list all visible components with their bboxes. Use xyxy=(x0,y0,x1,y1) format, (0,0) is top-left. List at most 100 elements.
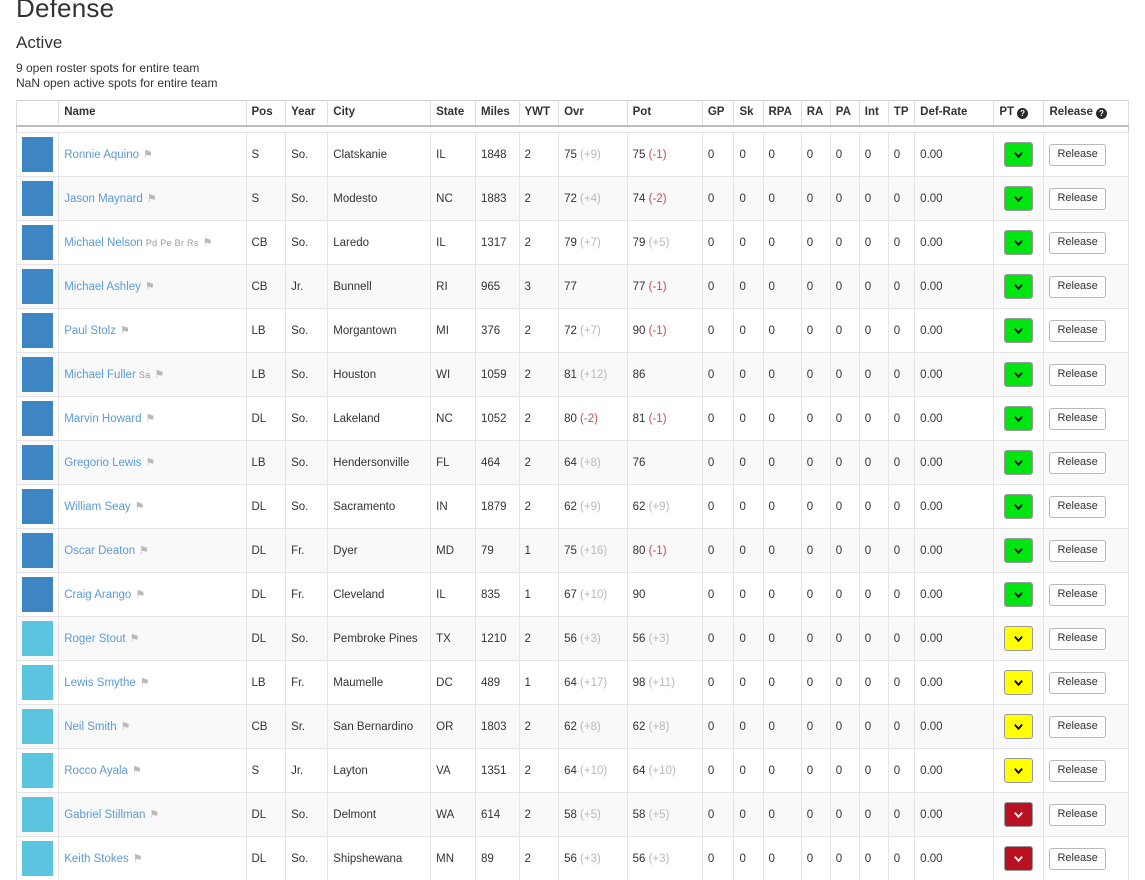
playing-time-select[interactable] xyxy=(1004,802,1034,828)
col-tp[interactable]: TP xyxy=(887,100,916,127)
player-name-link[interactable]: William Seay xyxy=(64,501,130,513)
release-button[interactable]: Release xyxy=(1049,540,1106,562)
player-name-link[interactable]: Paul Stolz xyxy=(64,325,116,337)
playing-time-select[interactable] xyxy=(1004,714,1034,740)
col-ra[interactable]: RA xyxy=(800,100,831,127)
flag-icon[interactable]: ⚑ xyxy=(146,456,156,469)
flag-icon[interactable]: ⚑ xyxy=(135,588,145,601)
playing-time-select[interactable] xyxy=(1004,142,1034,168)
release-button[interactable]: Release xyxy=(1049,452,1106,474)
player-name-link[interactable]: Keith Stokes xyxy=(64,853,129,865)
release-button[interactable]: Release xyxy=(1049,144,1106,166)
player-name-link[interactable]: Jason Maynard xyxy=(64,193,143,205)
player-name-link[interactable]: Gregorio Lewis xyxy=(64,457,141,469)
playing-time-select[interactable] xyxy=(1004,318,1034,344)
flag-icon[interactable]: ⚑ xyxy=(146,412,156,425)
col-pa[interactable]: PA xyxy=(829,100,860,127)
playing-time-select[interactable] xyxy=(1004,626,1034,652)
playing-time-select[interactable] xyxy=(1004,450,1034,476)
col-ywt[interactable]: YWT xyxy=(518,100,560,127)
release-button[interactable]: Release xyxy=(1049,848,1106,870)
player-name-link[interactable]: Rocco Ayala xyxy=(64,765,128,777)
flag-icon[interactable]: ⚑ xyxy=(120,324,130,337)
release-button[interactable]: Release xyxy=(1049,628,1106,650)
player-name-link[interactable]: Michael Fuller xyxy=(64,369,136,381)
player-name-link[interactable]: Roger Stout xyxy=(64,633,125,645)
flag-icon[interactable]: ⚑ xyxy=(132,764,142,777)
col-ovr[interactable]: Ovr xyxy=(558,100,628,127)
release-button[interactable]: Release xyxy=(1049,276,1106,298)
flag-icon[interactable]: ⚑ xyxy=(149,808,159,821)
release-button[interactable]: Release xyxy=(1049,672,1106,694)
flag-icon[interactable]: ⚑ xyxy=(145,280,155,293)
release-button[interactable]: Release xyxy=(1049,584,1106,606)
player-rpa: 0 xyxy=(762,572,802,618)
flag-icon[interactable]: ⚑ xyxy=(139,544,149,557)
release-button[interactable]: Release xyxy=(1049,364,1106,386)
player-int: 0 xyxy=(858,132,889,178)
player-name-link[interactable]: Lewis Smythe xyxy=(64,677,136,689)
player-def-rate: 0.00 xyxy=(914,704,995,750)
player-ovr-delta: (+16) xyxy=(576,544,608,557)
col-pot[interactable]: Pot xyxy=(626,100,703,127)
col-int[interactable]: Int xyxy=(858,100,889,127)
player-name-cell: Jason Maynard ⚑ xyxy=(58,176,247,222)
col-def-rate[interactable]: Def-Rate xyxy=(914,100,995,127)
col-city[interactable]: City xyxy=(327,100,432,127)
player-name-link[interactable]: Neil Smith xyxy=(64,721,116,733)
player-name-link[interactable]: Michael Ashley xyxy=(64,281,141,293)
col-name[interactable]: Name xyxy=(58,100,247,127)
player-name-link[interactable]: Michael Nelson xyxy=(64,237,143,249)
player-name-link[interactable]: Oscar Deaton xyxy=(64,545,135,557)
col-year[interactable]: Year xyxy=(285,100,329,127)
playing-time-select[interactable] xyxy=(1004,406,1034,432)
release-button[interactable]: Release xyxy=(1049,804,1106,826)
flag-icon[interactable]: ⚑ xyxy=(143,148,153,161)
player-pot-delta: (+9) xyxy=(645,500,670,513)
playing-time-select[interactable] xyxy=(1004,846,1034,872)
playing-time-select[interactable] xyxy=(1004,230,1034,256)
col-pos[interactable]: Pos xyxy=(245,100,287,127)
release-button[interactable]: Release xyxy=(1049,496,1106,518)
col-rpa[interactable]: RPA xyxy=(762,100,802,127)
release-button[interactable]: Release xyxy=(1049,408,1106,430)
col-sk[interactable]: Sk xyxy=(733,100,764,127)
release-help-icon[interactable]: ? xyxy=(1095,107,1107,119)
player-ywt: 3 xyxy=(518,264,560,310)
row-status-swatch xyxy=(15,264,60,310)
playing-time-select[interactable] xyxy=(1004,538,1034,564)
player-name-link[interactable]: Gabriel Stillman xyxy=(64,809,145,821)
player-int: 0 xyxy=(858,396,889,442)
playing-time-select[interactable] xyxy=(1004,670,1034,696)
playing-time-select[interactable] xyxy=(1004,494,1034,520)
flag-icon[interactable]: ⚑ xyxy=(121,720,131,733)
col-gp[interactable]: GP xyxy=(701,100,735,127)
release-button[interactable]: Release xyxy=(1049,716,1106,738)
col-release[interactable]: Release? xyxy=(1043,100,1129,127)
flag-icon[interactable]: ⚑ xyxy=(147,192,157,205)
player-rpa: 0 xyxy=(762,308,802,354)
col-miles[interactable]: Miles xyxy=(474,100,520,127)
playing-time-select[interactable] xyxy=(1004,186,1034,212)
player-name-link[interactable]: Craig Arango xyxy=(64,589,131,601)
playing-time-select[interactable] xyxy=(1004,758,1034,784)
flag-icon[interactable]: ⚑ xyxy=(130,632,140,645)
playing-time-select[interactable] xyxy=(1004,582,1034,608)
release-button[interactable]: Release xyxy=(1049,188,1106,210)
flag-icon[interactable]: ⚑ xyxy=(140,676,150,689)
flag-icon[interactable]: ⚑ xyxy=(133,852,143,865)
col-state[interactable]: State xyxy=(430,100,476,127)
player-name-link[interactable]: Marvin Howard xyxy=(64,413,141,425)
release-cell: Release xyxy=(1043,352,1129,398)
release-button[interactable]: Release xyxy=(1049,320,1106,342)
playing-time-select[interactable] xyxy=(1004,362,1034,388)
pt-help-icon[interactable]: ? xyxy=(1017,107,1029,119)
flag-icon[interactable]: ⚑ xyxy=(154,368,164,381)
release-button[interactable]: Release xyxy=(1049,232,1106,254)
flag-icon[interactable]: ⚑ xyxy=(203,236,213,249)
playing-time-select[interactable] xyxy=(1004,274,1034,300)
player-name-link[interactable]: Ronnie Aquino xyxy=(64,149,139,161)
col-pt[interactable]: PT? xyxy=(993,100,1045,127)
release-button[interactable]: Release xyxy=(1049,760,1106,782)
flag-icon[interactable]: ⚑ xyxy=(135,500,145,513)
